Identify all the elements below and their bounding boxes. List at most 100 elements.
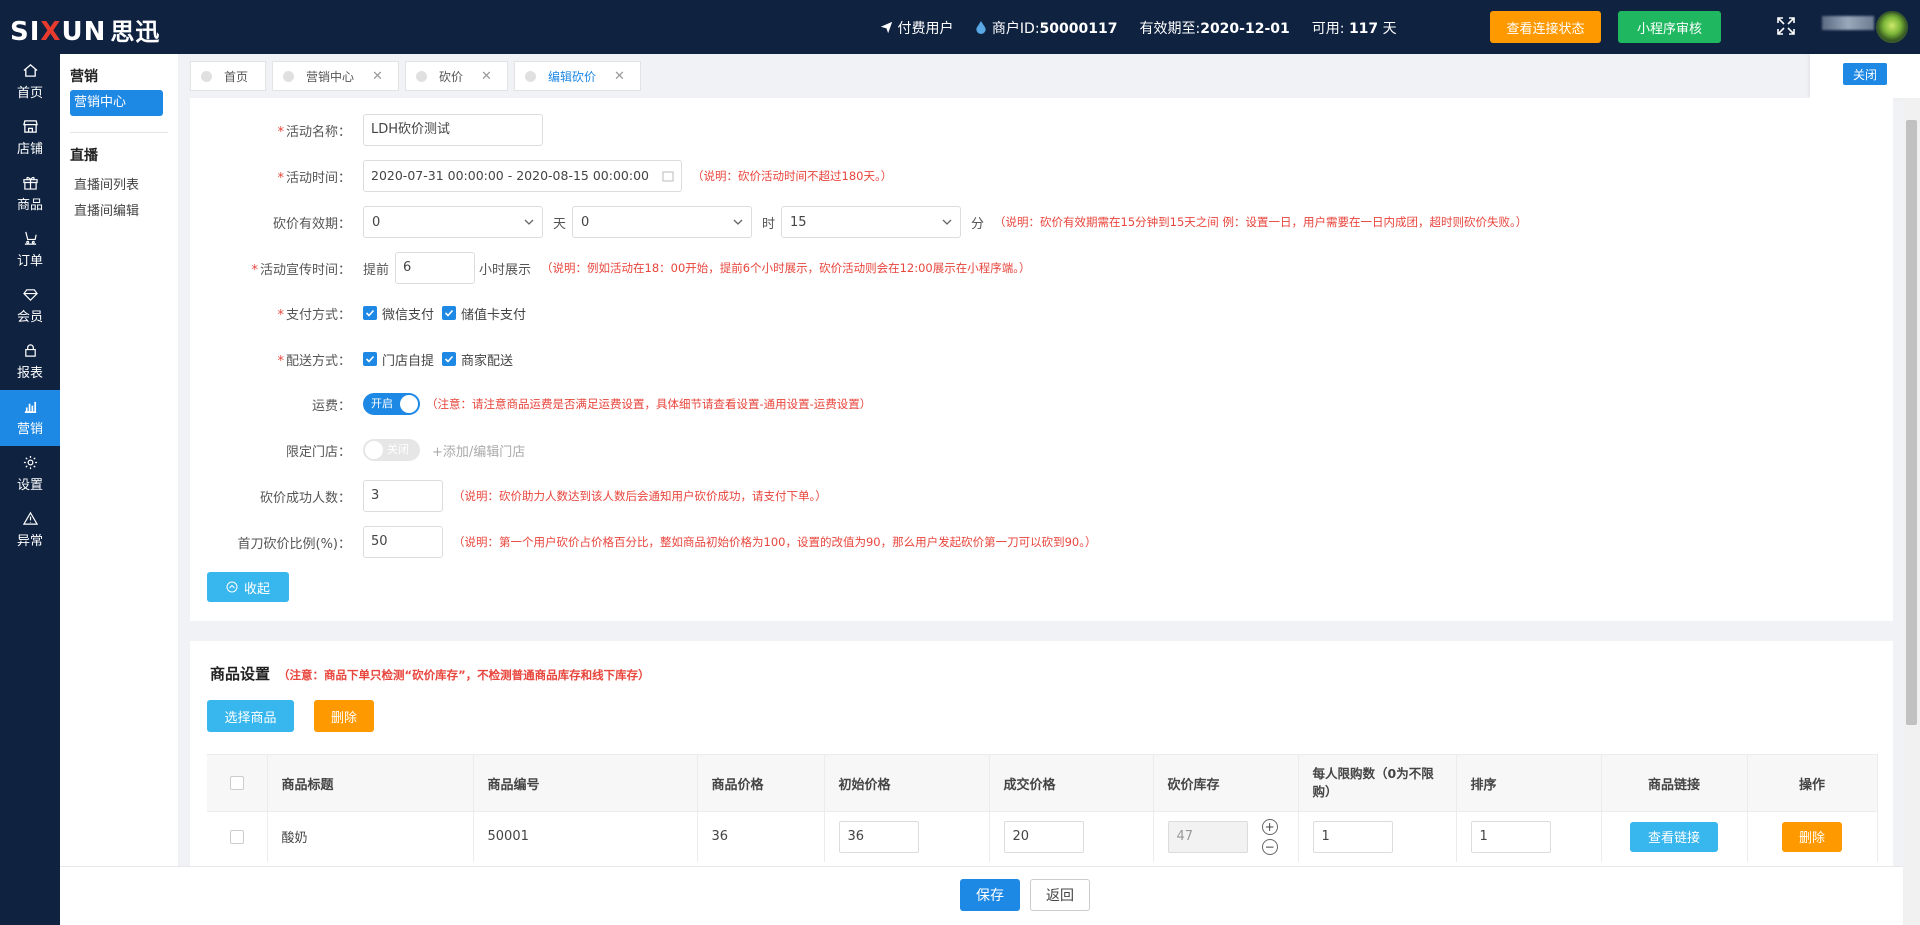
fullscreen-icon[interactable]	[1776, 16, 1796, 36]
nav-item-home[interactable]: 首页	[0, 54, 60, 110]
row-success-count: 砍价成功人数： 3 （说明：砍价助力人数达到该人数后会通知用户砍价成功，请支付下…	[190, 480, 827, 512]
deal-price-input[interactable]: 20	[1003, 820, 1084, 853]
cell-init-price: 36	[824, 811, 990, 862]
ratio-note: （说明：第一个用户砍价占价格百分比，整如商品初始价格为100，设置的改值为90，…	[453, 535, 1097, 549]
label: * 支付方式：	[277, 307, 351, 323]
goods-settings: 商品设置 （注意：商品下单只检测“砍价库存”，不检测普通商品库存和线下库存） 选择…	[190, 641, 1893, 866]
limit-input[interactable]: 1	[1312, 820, 1393, 853]
checkbox-stored-card-pay[interactable]: 储值卡支付	[442, 304, 526, 323]
sub-nav: 营销 营销中心 直播 直播间列表 直播间编辑	[60, 54, 178, 925]
minus-icon[interactable]: −	[1261, 838, 1278, 855]
view-connection-status-button[interactable]: 查看连接状态	[1490, 11, 1601, 43]
back-button[interactable]: 返回	[1030, 879, 1090, 911]
add-edit-store-link[interactable]: +添加/编辑门店	[432, 441, 525, 460]
mini-program-review-button[interactable]: 小程序审核	[1618, 11, 1721, 43]
cell-deal-price: 20	[989, 811, 1154, 862]
avatar[interactable]	[1876, 11, 1908, 43]
tab-home[interactable]: 首页	[190, 61, 266, 91]
time-note: （说明：砍价活动时间不超过180天。）	[692, 169, 893, 183]
merchant-id: 商户ID:50000117	[975, 18, 1117, 38]
col-init-price: 初始价格	[824, 754, 990, 812]
validity-minute-select[interactable]: 15	[781, 206, 962, 238]
activity-name-input[interactable]: LDH砍价测试	[363, 114, 543, 146]
success-count-input[interactable]: 3	[363, 480, 443, 512]
col-link: 商品链接	[1601, 754, 1748, 812]
init-price-input[interactable]: 36	[838, 820, 919, 853]
checkbox-wechat-pay[interactable]: 微信支付	[363, 304, 434, 323]
goods-settings-title: 商品设置 （注意：商品下单只检测“砍价库存”，不检测普通商品库存和线下库存）	[210, 665, 650, 683]
nav-item-store[interactable]: 店铺	[0, 110, 60, 166]
row-validity: 砍价有效期： 0 天 0 时 15 分 （说明：砍价有效期需在15分钟到15天之…	[190, 206, 1527, 238]
count-note: （说明：砍价助力人数达到该人数后会通知用户砍价成功，请支付下单。）	[453, 489, 827, 503]
subnav-item-marketing-center[interactable]: 营销中心	[70, 90, 163, 116]
cell-ops: 删除	[1747, 811, 1878, 862]
close-icon[interactable]: ✕	[481, 69, 492, 84]
bar-chart-icon	[24, 401, 36, 413]
collapse-button[interactable]: 收起	[207, 572, 289, 602]
row-checkbox[interactable]	[207, 811, 268, 862]
plus-icon[interactable]: +	[1261, 818, 1278, 835]
close-icon[interactable]: ✕	[614, 69, 625, 84]
cell-title: 酸奶	[267, 811, 474, 862]
row-payment: * 支付方式： 微信支付 储值卡支付	[190, 297, 534, 329]
tab-edit-bargain[interactable]: 编辑砍价 ✕	[514, 61, 641, 91]
available-days: 可用: 117 天	[1311, 21, 1397, 37]
store-icon	[22, 120, 38, 133]
drop-icon	[976, 21, 987, 34]
checkbox-store-pickup[interactable]: 门店自提	[363, 350, 434, 369]
freight-toggle[interactable]: 开启	[363, 393, 420, 415]
validity-day-select[interactable]: 0	[363, 206, 543, 238]
store-limit-toggle[interactable]: 关闭	[363, 439, 420, 461]
sort-input[interactable]: 1	[1470, 820, 1551, 853]
delete-goods-button[interactable]: 删除	[314, 700, 374, 732]
chevron-down-icon	[942, 219, 952, 225]
subnav-item-live-edit[interactable]: 直播间编辑	[60, 199, 178, 225]
select-goods-button[interactable]: 选择商品	[207, 700, 294, 732]
promo-hours-input[interactable]: 6	[395, 252, 476, 284]
tab-marketing-center[interactable]: 营销中心 ✕	[272, 61, 399, 91]
subnav-item-live-list[interactable]: 直播间列表	[60, 173, 178, 199]
user-type: 付费用户	[880, 18, 953, 38]
delete-row-button[interactable]: 删除	[1782, 821, 1842, 852]
scrollbar-thumb[interactable]	[1906, 120, 1917, 725]
nav-item-marketing[interactable]: 营销	[0, 390, 60, 446]
stock-stepper: + −	[1261, 818, 1278, 855]
label: * 配送方式：	[277, 353, 351, 369]
nav-item-settings[interactable]: 设置	[0, 446, 60, 502]
footer-actions: 保存 返回	[60, 866, 1903, 925]
cell-sort: 1	[1456, 811, 1602, 862]
view-link-button[interactable]: 查看链接	[1630, 821, 1718, 852]
col-ops: 操作	[1747, 754, 1878, 812]
nav-item-reports[interactable]: 报表	[0, 334, 60, 390]
nav-item-orders[interactable]: 订单	[0, 222, 60, 278]
first-cut-ratio-input[interactable]: 50	[363, 526, 443, 558]
tab-dot	[416, 70, 427, 82]
select-all-checkbox[interactable]	[207, 754, 268, 812]
check-icon	[363, 352, 377, 366]
subnav-section-live: 直播	[70, 148, 98, 164]
save-button[interactable]: 保存	[960, 879, 1020, 911]
col-price: 商品价格	[697, 754, 825, 812]
gear-icon	[23, 455, 37, 470]
nav-item-members[interactable]: 会员	[0, 278, 60, 334]
label: * 活动宣传时间：	[251, 262, 351, 278]
nav-item-exceptions[interactable]: 异常	[0, 502, 60, 558]
label: 首刀砍价比例(%)：	[237, 536, 352, 552]
freight-note: （注意：请注意商品运费是否满足运费设置，具体细节请查看设置-通用设置-运费设置）	[426, 397, 872, 411]
cell-limit: 1	[1298, 811, 1457, 862]
activity-time-range-input[interactable]: 2020-07-31 00:00:00 - 2020-08-15 00:00:0…	[363, 160, 682, 192]
close-tabs-button[interactable]: 关闭	[1843, 63, 1887, 85]
checkbox-merchant-delivery[interactable]: 商家配送	[442, 350, 513, 369]
tab-bargain[interactable]: 砍价 ✕	[405, 61, 508, 91]
logo: SIXUN 思迅	[10, 17, 161, 47]
col-title: 商品标题	[267, 754, 474, 812]
validity-hour-select[interactable]: 0	[572, 206, 753, 238]
cell-code: 50001	[473, 811, 698, 862]
goods-table: 商品标题 商品编号 商品价格 初始价格 成交价格 砍价库存 每人限购数（0为不限…	[207, 754, 1878, 862]
username-blurred	[1822, 16, 1874, 30]
lock-icon	[24, 344, 36, 357]
stock-input: 47	[1167, 820, 1248, 853]
close-icon[interactable]: ✕	[372, 69, 383, 84]
warning-icon	[22, 511, 38, 525]
nav-item-goods[interactable]: 商品	[0, 166, 60, 222]
